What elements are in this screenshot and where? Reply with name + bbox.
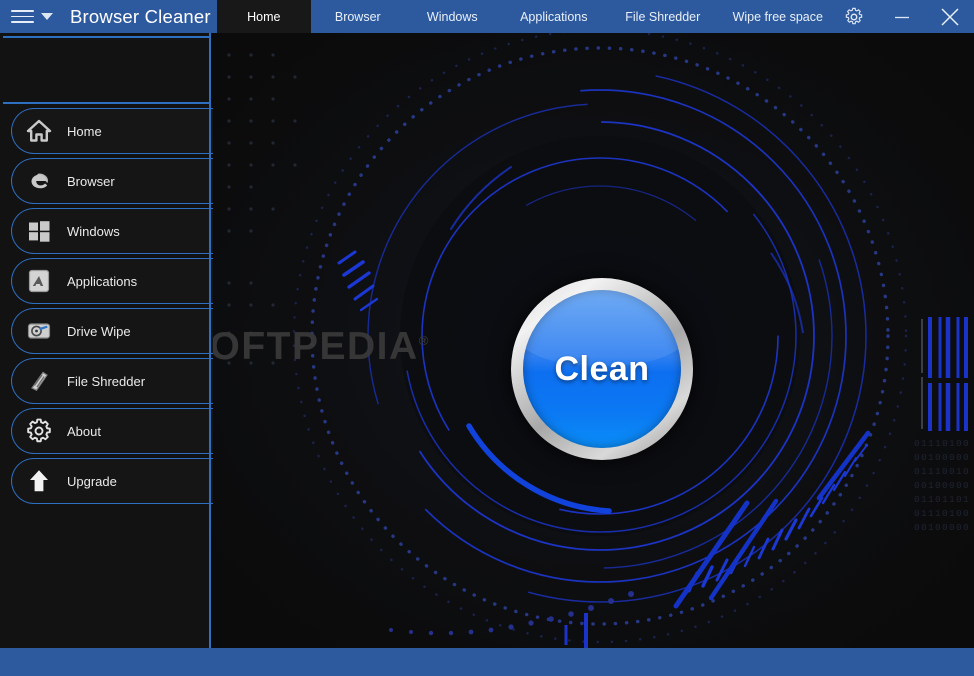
tab-applications[interactable]: Applications	[500, 0, 608, 33]
windows-icon	[22, 214, 56, 248]
app-title: Browser Cleaner	[70, 5, 211, 27]
sidebar-item-label: Drive Wipe	[67, 323, 131, 339]
home-icon	[26, 119, 52, 142]
shredder-icon	[31, 371, 48, 391]
sidebar-item-label: File Shredder	[67, 373, 146, 389]
harddisk-icon	[27, 323, 51, 339]
tab-bar: Home Browser Windows Applications File Shred…	[216, 0, 838, 33]
window-controls	[830, 0, 974, 33]
close-button[interactable]	[926, 0, 974, 33]
sidebar: Home Browser Windows Applications Drive Wipe…	[0, 33, 213, 648]
shredder-icon	[22, 364, 56, 398]
sidebar-header-panel	[3, 36, 211, 104]
sidebar-item-label: Browser	[67, 173, 115, 189]
sidebar-item-file-shredder[interactable]: File Shredder	[11, 358, 213, 404]
sidebar-item-upgrade[interactable]: Upgrade	[11, 458, 213, 504]
sidebar-item-applications[interactable]: Applications	[11, 258, 213, 304]
watermark-text: SOFTPEDIA	[211, 325, 419, 368]
tab-wipe-free-space[interactable]: Wipe free space	[718, 0, 838, 33]
applications-icon	[22, 264, 56, 298]
status-bar	[0, 648, 974, 676]
applications-icon	[28, 269, 50, 293]
tab-browser[interactable]: Browser	[311, 0, 405, 33]
watermark-mark: ®	[418, 333, 430, 348]
sidebar-item-windows[interactable]: Windows	[11, 208, 213, 254]
main-canvas: SOFTPEDIA® 01110100 00100000 01110010 00…	[211, 33, 974, 648]
arrow-up-icon	[30, 470, 48, 492]
sidebar-item-label: About	[67, 423, 101, 439]
close-icon	[941, 7, 959, 26]
hamburger-icon[interactable]	[11, 10, 34, 23]
menu-button[interactable]	[11, 10, 53, 23]
clean-button-face: Clean	[523, 290, 681, 448]
sidebar-item-label: Home	[67, 123, 102, 139]
browser-e-icon	[22, 164, 56, 198]
tab-windows[interactable]: Windows	[405, 0, 500, 33]
binary-decoration: 01110100 00100000 01110010 00100000 0110…	[913, 438, 970, 533]
softpedia-watermark: SOFTPEDIA®	[211, 325, 430, 369]
gear-icon	[845, 7, 863, 24]
clean-button-label: Clean	[554, 349, 650, 388]
application-window: Browser Cleaner Home Browser Windows Applic…	[0, 0, 974, 676]
sidebar-item-label: Applications	[67, 273, 138, 289]
sidebar-item-label: Upgrade	[67, 473, 117, 489]
title-bar: Browser Cleaner Home Browser Windows Applic…	[0, 0, 974, 33]
windows-icon	[29, 221, 50, 242]
clean-button[interactable]: Clean	[511, 278, 693, 460]
settings-button[interactable]	[830, 0, 878, 33]
sidebar-divider	[209, 33, 211, 648]
chevron-down-icon[interactable]	[41, 13, 53, 20]
sidebar-item-label: Windows	[67, 223, 120, 239]
tab-home[interactable]: Home	[216, 0, 311, 33]
sidebar-item-home[interactable]: Home	[11, 108, 213, 154]
sidebar-item-drive-wipe[interactable]: Drive Wipe	[11, 308, 213, 354]
gear-icon	[22, 414, 56, 448]
sidebar-item-browser[interactable]: Browser	[11, 158, 213, 204]
arrow-up-icon	[22, 464, 56, 498]
sidebar-item-about[interactable]: About	[11, 408, 213, 454]
minimize-icon	[895, 16, 909, 18]
harddisk-icon	[22, 314, 56, 348]
minimize-button[interactable]	[878, 0, 926, 33]
browser-e-icon	[31, 173, 48, 189]
tab-file-shredder[interactable]: File Shredder	[608, 0, 718, 33]
home-icon	[22, 114, 56, 148]
gear-icon	[27, 418, 51, 443]
